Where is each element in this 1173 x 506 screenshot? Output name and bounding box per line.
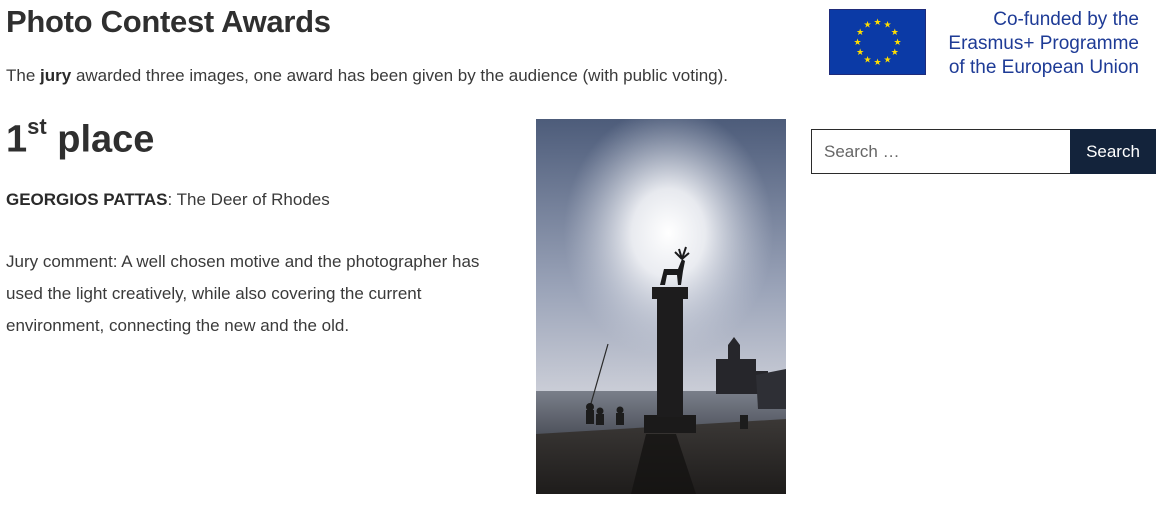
photo-title: The Deer of Rhodes bbox=[176, 190, 330, 209]
place-suffix: st bbox=[27, 114, 47, 139]
cofunded-text: Co-funded by the Erasmus+ Programme of t… bbox=[948, 8, 1139, 80]
eu-star-icon: ★ bbox=[853, 38, 861, 48]
eu-star-icon: ★ bbox=[883, 55, 891, 65]
eu-star-icon: ★ bbox=[893, 38, 901, 48]
cofunded-line-2: Erasmus+ Programme bbox=[948, 33, 1139, 54]
award-photo[interactable] bbox=[536, 119, 786, 494]
place-number: 1 bbox=[6, 118, 28, 161]
eu-star-icon: ★ bbox=[856, 48, 864, 58]
title-separator: : bbox=[167, 190, 177, 209]
jury-comment: Jury comment: A well chosen motive and t… bbox=[6, 252, 480, 335]
eu-star-icon: ★ bbox=[891, 28, 899, 38]
eu-star-icon: ★ bbox=[863, 55, 871, 65]
place-heading: 1st place bbox=[6, 114, 155, 162]
eu-star-icon: ★ bbox=[863, 21, 871, 31]
photographer-name: GEORGIOS PATTAS bbox=[6, 190, 168, 209]
eu-star-icon: ★ bbox=[891, 48, 899, 58]
intro-text: The jury awarded three images, one award… bbox=[6, 66, 728, 86]
intro-before: The bbox=[6, 66, 41, 85]
eu-star-icon: ★ bbox=[873, 18, 881, 28]
place-word: place bbox=[46, 118, 155, 161]
winner-line: GEORGIOS PATTAS: The Deer of Rhodes bbox=[6, 190, 330, 210]
deer-of-rhodes-photo bbox=[536, 119, 786, 494]
intro-after: awarded three images, one award has been… bbox=[71, 66, 729, 85]
eu-flag-icon: ★ ★ ★ ★ ★ ★ ★ ★ ★ ★ ★ ★ bbox=[829, 9, 926, 75]
intro-bold-word: jury bbox=[40, 66, 72, 85]
cofunded-line-3: of the European Union bbox=[948, 57, 1139, 78]
cofunded-line-1: Co-funded by the bbox=[993, 9, 1139, 30]
search-button[interactable]: Search bbox=[1070, 129, 1156, 174]
eu-star-icon: ★ bbox=[873, 58, 881, 68]
search-input[interactable] bbox=[811, 129, 1070, 174]
erasmus-cofunded-logo: ★ ★ ★ ★ ★ ★ ★ ★ ★ ★ ★ ★ Co-funded by the Erasmus+ P… bbox=[829, 8, 1147, 78]
page-title: Photo Contest Awards bbox=[6, 4, 331, 39]
eu-stars-icon: ★ ★★★★★★★★★★★ bbox=[853, 18, 901, 68]
